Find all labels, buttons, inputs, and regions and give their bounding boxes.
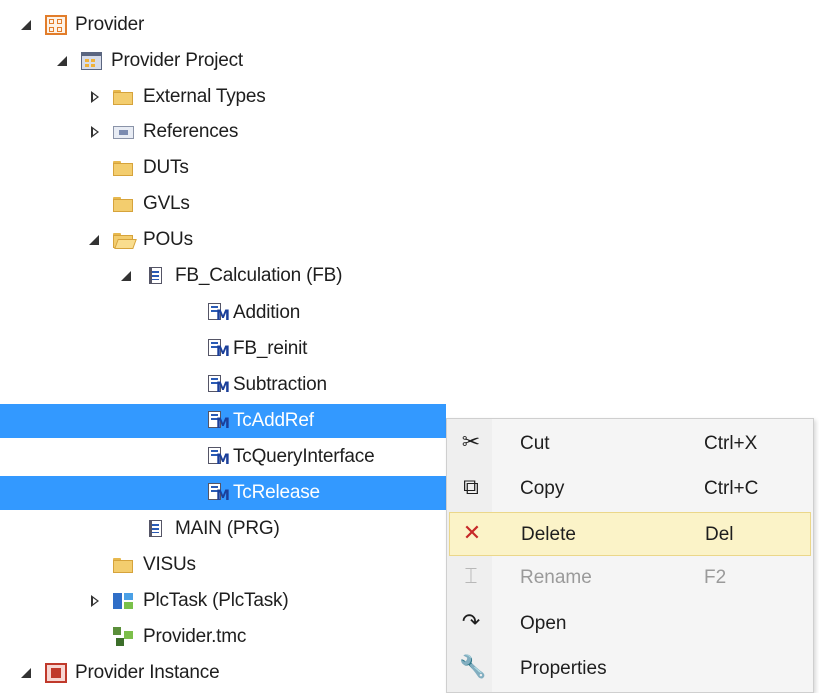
menu-item-copy[interactable]: ⧉ Copy Ctrl+C [449, 467, 811, 511]
rename-icon: ⌶ [464, 564, 478, 589]
menu-item-label: Cut [520, 433, 550, 454]
tree-item-label: TcRelease [233, 482, 320, 503]
menu-item-shortcut: F2 [704, 567, 727, 588]
instance-icon [45, 663, 67, 683]
tree-item-label: PlcTask (PlcTask) [143, 590, 289, 611]
tree-item-label: Provider Project [111, 50, 243, 71]
references-icon [113, 122, 135, 142]
menu-item-properties[interactable]: 🔧 Properties [449, 647, 811, 691]
method-icon: M [206, 483, 230, 503]
tree-item-label: References [143, 121, 239, 142]
tree-item[interactable]: DUTs [0, 151, 819, 185]
tree-item[interactable]: GVLs [0, 187, 819, 221]
menu-item-label: Delete [521, 524, 576, 545]
tree-item[interactable]: POUs [0, 223, 819, 257]
menu-item-shortcut: Ctrl+C [704, 478, 759, 499]
delete-icon: ✕ [462, 521, 482, 546]
project-icon [81, 51, 103, 71]
tree-item-label: GVLs [143, 193, 190, 214]
tmc-icon [113, 627, 135, 647]
tree-item-label: External Types [143, 86, 266, 107]
method-icon: M [206, 375, 230, 395]
task-icon [113, 591, 135, 611]
folder-icon [113, 194, 135, 214]
menu-item-label: Rename [520, 567, 592, 588]
expanded-arrow-icon[interactable] [56, 54, 70, 68]
collapsed-arrow-icon[interactable] [88, 594, 102, 608]
expanded-arrow-icon[interactable] [120, 269, 134, 283]
method-icon: M [206, 303, 230, 323]
tree-item[interactable]: Provider [0, 8, 819, 42]
menu-item-open[interactable]: ↷ Open [449, 602, 811, 646]
method-icon: M [206, 411, 230, 431]
tree-item-label: Provider [75, 14, 145, 35]
tree-item[interactable]: M TcRelease [0, 476, 446, 510]
tree-item-label: VISUs [143, 554, 196, 575]
tree-item[interactable]: M TcAddRef [0, 404, 446, 438]
tree-item-label: Addition [233, 302, 301, 323]
copy-icon: ⧉ [463, 475, 479, 500]
program-icon [145, 519, 167, 539]
tree-item-label: Provider.tmc [143, 626, 247, 647]
tree-item-label: MAIN (PRG) [175, 518, 280, 539]
provider-icon [45, 15, 67, 35]
tree-item-label: POUs [143, 229, 193, 250]
tree-item-label: Provider Instance [75, 662, 220, 683]
tree-item[interactable]: M FB_reinit [0, 332, 819, 366]
tree-item[interactable]: External Types [0, 80, 819, 114]
menu-item-cut[interactable]: ✂ Cut Ctrl+X [449, 422, 811, 466]
function-block-icon [145, 266, 167, 286]
menu-item-shortcut: Del [705, 524, 734, 545]
tree-item[interactable]: FB_Calculation (FB) [0, 259, 819, 293]
tree-item-label: FB_reinit [233, 338, 308, 359]
menu-item-label: Copy [520, 478, 565, 499]
tree-item-label: FB_Calculation (FB) [175, 265, 343, 286]
folder-open-icon [113, 230, 137, 250]
expanded-arrow-icon[interactable] [20, 18, 34, 32]
tree-item[interactable]: M Subtraction [0, 368, 819, 402]
collapsed-arrow-icon[interactable] [88, 90, 102, 104]
tree-item-label: DUTs [143, 157, 189, 178]
tree-item-label: TcAddRef [233, 410, 314, 431]
expanded-arrow-icon[interactable] [20, 666, 34, 680]
folder-icon [113, 555, 135, 575]
menu-item-rename: ⌶ Rename F2 [449, 556, 811, 600]
tree-item-label: TcQueryInterface [233, 446, 375, 467]
tree-item[interactable]: Provider Project [0, 44, 819, 78]
collapsed-arrow-icon[interactable] [88, 125, 102, 139]
menu-item-shortcut: Ctrl+X [704, 433, 758, 454]
tree-item[interactable]: M Addition [0, 296, 819, 330]
folder-icon [113, 158, 135, 178]
menu-item-delete[interactable]: ✕ Delete Del [449, 512, 811, 556]
folder-icon [113, 87, 135, 107]
scissors-icon: ✂ [461, 430, 481, 455]
tree-item[interactable]: References [0, 115, 819, 149]
context-menu: ✂ Cut Ctrl+X ⧉ Copy Ctrl+C ✕ Delete Del ⌶ Rename F2… [446, 418, 814, 693]
open-icon: ↷ [461, 610, 481, 635]
menu-item-label: Open [520, 613, 567, 634]
expanded-arrow-icon[interactable] [88, 233, 102, 247]
tree-item-label: Subtraction [233, 374, 327, 395]
method-icon: M [206, 339, 230, 359]
method-icon: M [206, 447, 230, 467]
wrench-icon: 🔧 [459, 655, 487, 680]
menu-item-label: Properties [520, 658, 607, 679]
